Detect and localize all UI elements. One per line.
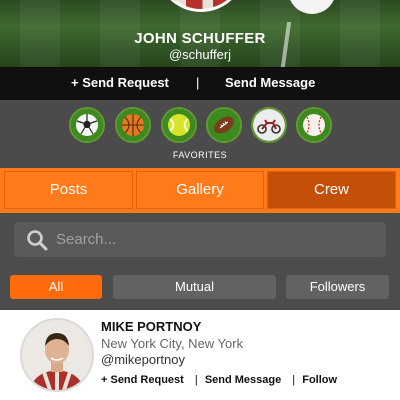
result-name[interactable]: MIKE PORTNOY	[101, 319, 201, 334]
profile-name: JOHN SCHUFFER	[134, 30, 266, 47]
profile-action-bar: + Send Request | Send Message	[0, 67, 400, 100]
favorites-label: FAVORITES	[172, 150, 228, 160]
filter-mutual[interactable]: Mutual	[113, 275, 276, 299]
send-message-button[interactable]: Send Message	[225, 75, 315, 90]
action-separator: |	[196, 75, 200, 90]
basketball-icon[interactable]	[115, 107, 151, 143]
tab-posts[interactable]: Posts	[4, 171, 133, 209]
result-follow-button[interactable]: Follow	[302, 374, 337, 386]
result-actions: + Send Request | Send Message | Follow	[101, 374, 341, 386]
favorites-panel: FAVORITES	[0, 100, 400, 168]
soccer-ball-icon[interactable]	[69, 107, 105, 143]
profile-handle: @schufferj	[168, 47, 232, 62]
search-box[interactable]	[14, 222, 386, 257]
motorcycle-icon[interactable]	[251, 107, 287, 143]
crew-filters: All Mutual Followers	[0, 270, 400, 310]
result-handle: @mikeportnoy	[101, 352, 186, 367]
list-item: MIKE PORTNOY New York City, New York @mi…	[0, 310, 400, 400]
profile-avatar[interactable]	[156, 0, 246, 12]
filter-followers[interactable]: Followers	[286, 275, 389, 299]
tab-crew[interactable]: Crew	[267, 171, 396, 209]
search-input[interactable]	[56, 227, 376, 252]
send-request-button[interactable]: + Send Request	[71, 75, 169, 90]
search-icon	[27, 230, 48, 251]
football-icon[interactable]	[206, 107, 242, 143]
search-area	[0, 213, 400, 270]
profile-header: JOHN SCHUFFER @schufferj	[0, 0, 400, 67]
result-send-message-button[interactable]: Send Message	[205, 374, 281, 386]
filter-all[interactable]: All	[10, 275, 102, 299]
result-action-separator: |	[292, 374, 296, 386]
profile-tabs: Posts Gallery Crew	[0, 168, 400, 213]
tab-gallery[interactable]: Gallery	[136, 171, 264, 209]
avatar[interactable]	[20, 318, 94, 392]
tennis-ball-icon[interactable]	[161, 107, 197, 143]
baseball-icon[interactable]	[296, 107, 332, 143]
result-action-separator: |	[194, 374, 198, 386]
result-send-request-button[interactable]: + Send Request	[101, 374, 184, 386]
result-location: New York City, New York	[101, 336, 244, 351]
